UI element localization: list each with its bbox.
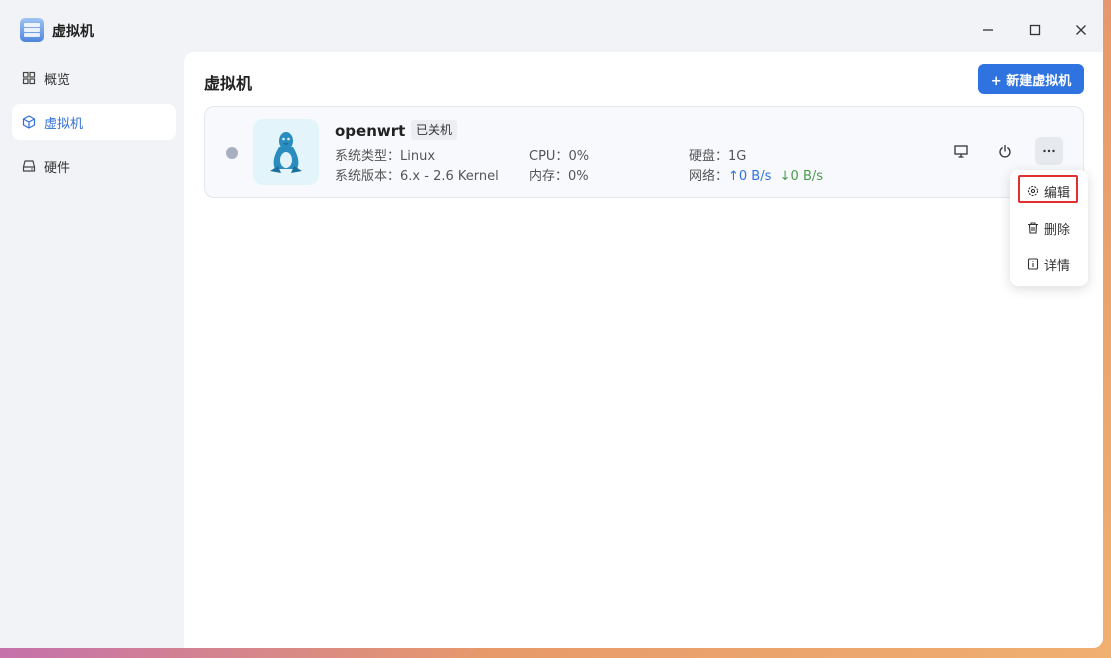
disk-value: 1G [728,149,747,164]
sidebar-item-label: 硬件 [44,160,71,176]
more-menu: 编辑 删除 详情 [1010,170,1088,286]
power-button[interactable] [991,137,1019,165]
memory-value: 0% [568,169,589,184]
os-type-value: Linux [400,149,436,164]
more-button[interactable] [1035,137,1063,165]
menu-item-label: 删除 [1044,222,1071,238]
sidebar-item-overview[interactable]: 概览 [12,60,176,96]
status-dot [226,147,238,159]
os-version-value: 6.x - 2.6 Kernel [400,169,499,184]
info-icon [1027,258,1039,270]
console-button[interactable] [947,137,975,165]
sidebar-item-hardware[interactable]: 硬件 [12,148,176,184]
sidebar-item-vm[interactable]: 虚拟机 [12,104,176,140]
app-logo-icon [20,18,44,42]
trash-icon [1027,222,1039,234]
cube-icon [22,115,36,129]
minimize-icon [983,29,993,31]
page-title: 虚拟机 [204,74,253,93]
menu-item-edit[interactable]: 编辑 [1010,176,1088,206]
menu-item-details[interactable]: 详情 [1010,249,1088,279]
menu-item-label: 编辑 [1044,185,1071,201]
close-icon [1076,25,1086,35]
app-window: 虚拟机 概览 虚拟机 硬件 虚拟机 + 新建虚拟机 openwrt 已关机 系统… [0,0,1103,648]
sidebar-item-label: 虚拟机 [44,116,84,132]
main-panel: 虚拟机 + 新建虚拟机 openwrt 已关机 系统类型：Linux 系统版本：… [184,52,1103,648]
os-version-info: 系统版本：6.x - 2.6 Kernel [335,169,499,184]
sidebar-item-label: 概览 [44,72,71,88]
sidebar: 概览 虚拟机 硬件 [0,52,184,648]
linux-penguin-icon [270,132,302,173]
cpu-value: 0% [568,149,590,164]
window-title: 虚拟机 [52,24,94,40]
drive-icon [22,159,36,173]
title-bar: 虚拟机 [0,0,1103,52]
power-icon [999,144,1011,158]
net-down-value: ↓0 B/s [779,169,824,184]
vm-name: openwrt [335,122,406,140]
menu-item-label: 详情 [1044,258,1071,274]
os-type-info: 系统类型：Linux [335,149,436,164]
menu-item-delete[interactable]: 删除 [1010,213,1088,243]
net-up-value: ↑0 B/s [728,169,772,184]
vm-card[interactable]: openwrt 已关机 系统类型：Linux 系统版本：6.x - 2.6 Ke… [204,106,1084,198]
memory-info: 内存：0% [529,169,589,184]
more-icon [1043,149,1055,153]
close-button[interactable] [1066,15,1096,45]
status-badge: 已关机 [411,120,458,140]
os-logo [253,119,319,185]
new-vm-button[interactable]: + 新建虚拟机 [978,64,1084,94]
network-info: 网络：↑0 B/s ↓0 B/s [689,169,824,184]
gear-icon [1027,185,1039,197]
maximize-icon [1029,24,1041,36]
monitor-icon [954,145,968,158]
minimize-button[interactable] [973,15,1003,45]
grid-icon [22,71,36,85]
disk-info: 硬盘：1G [689,149,747,164]
cpu-info: CPU：0% [529,149,590,164]
maximize-button[interactable] [1020,15,1050,45]
